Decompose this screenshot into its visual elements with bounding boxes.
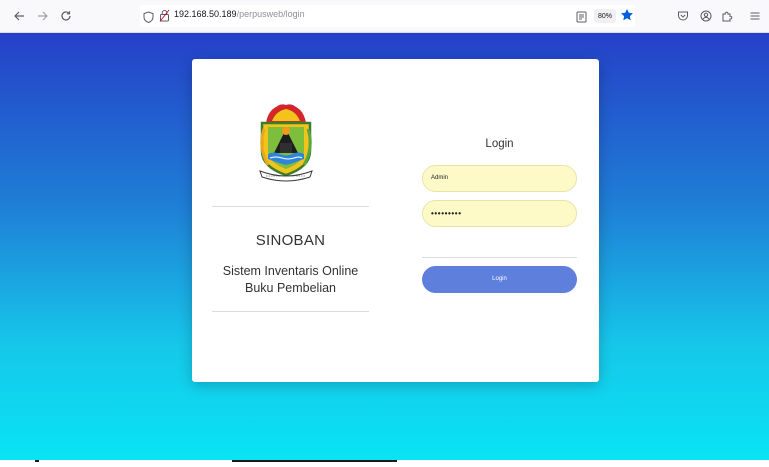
hamburger-menu-icon[interactable] — [746, 7, 764, 25]
form-divider — [422, 257, 577, 258]
zoom-level-badge[interactable]: 80% — [594, 9, 616, 23]
lock-icon[interactable] — [159, 9, 170, 27]
login-button[interactable]: Login — [422, 266, 577, 293]
account-icon[interactable] — [697, 7, 715, 25]
extensions-icon[interactable] — [718, 7, 736, 25]
pocket-icon[interactable] — [674, 7, 692, 25]
app-description-line2: Buku Pembelian — [244, 281, 337, 295]
bottom-strip — [0, 460, 769, 467]
app-description: Sistem Inventaris Online Buku Pembelian — [208, 263, 373, 297]
reload-icon[interactable] — [57, 7, 75, 25]
app-description-line1: Sistem Inventaris Online — [222, 264, 359, 278]
tracking-shield-icon[interactable] — [143, 10, 154, 28]
url-text[interactable]: 192.168.50.189/perpusweb/login — [174, 9, 305, 19]
login-title: Login — [485, 138, 514, 150]
left-divider-bottom — [212, 311, 369, 312]
url-host: 192.168.50.189 — [174, 9, 237, 19]
app-name: SINOBAN — [255, 232, 326, 249]
reader-view-icon[interactable] — [576, 10, 587, 28]
password-input[interactable]: ••••••••• — [422, 200, 577, 227]
back-arrow-icon[interactable] — [10, 7, 28, 25]
url-path: /perpusweb/login — [236, 9, 305, 19]
strip-segment — [35, 460, 39, 462]
bookmark-star-icon[interactable] — [620, 8, 634, 27]
login-card: SINOBAN Sistem Inventaris Online Buku Pe… — [192, 59, 599, 382]
browser-toolbar: 192.168.50.189/perpusweb/login 80% — [0, 0, 769, 33]
strip-segment — [232, 460, 397, 462]
province-emblem-logo — [254, 101, 318, 185]
left-divider-top — [212, 206, 369, 207]
url-bar[interactable]: 192.168.50.189/perpusweb/login 80% — [140, 5, 635, 27]
forward-arrow-icon[interactable] — [34, 7, 52, 25]
username-input[interactable]: Admin — [422, 165, 577, 192]
